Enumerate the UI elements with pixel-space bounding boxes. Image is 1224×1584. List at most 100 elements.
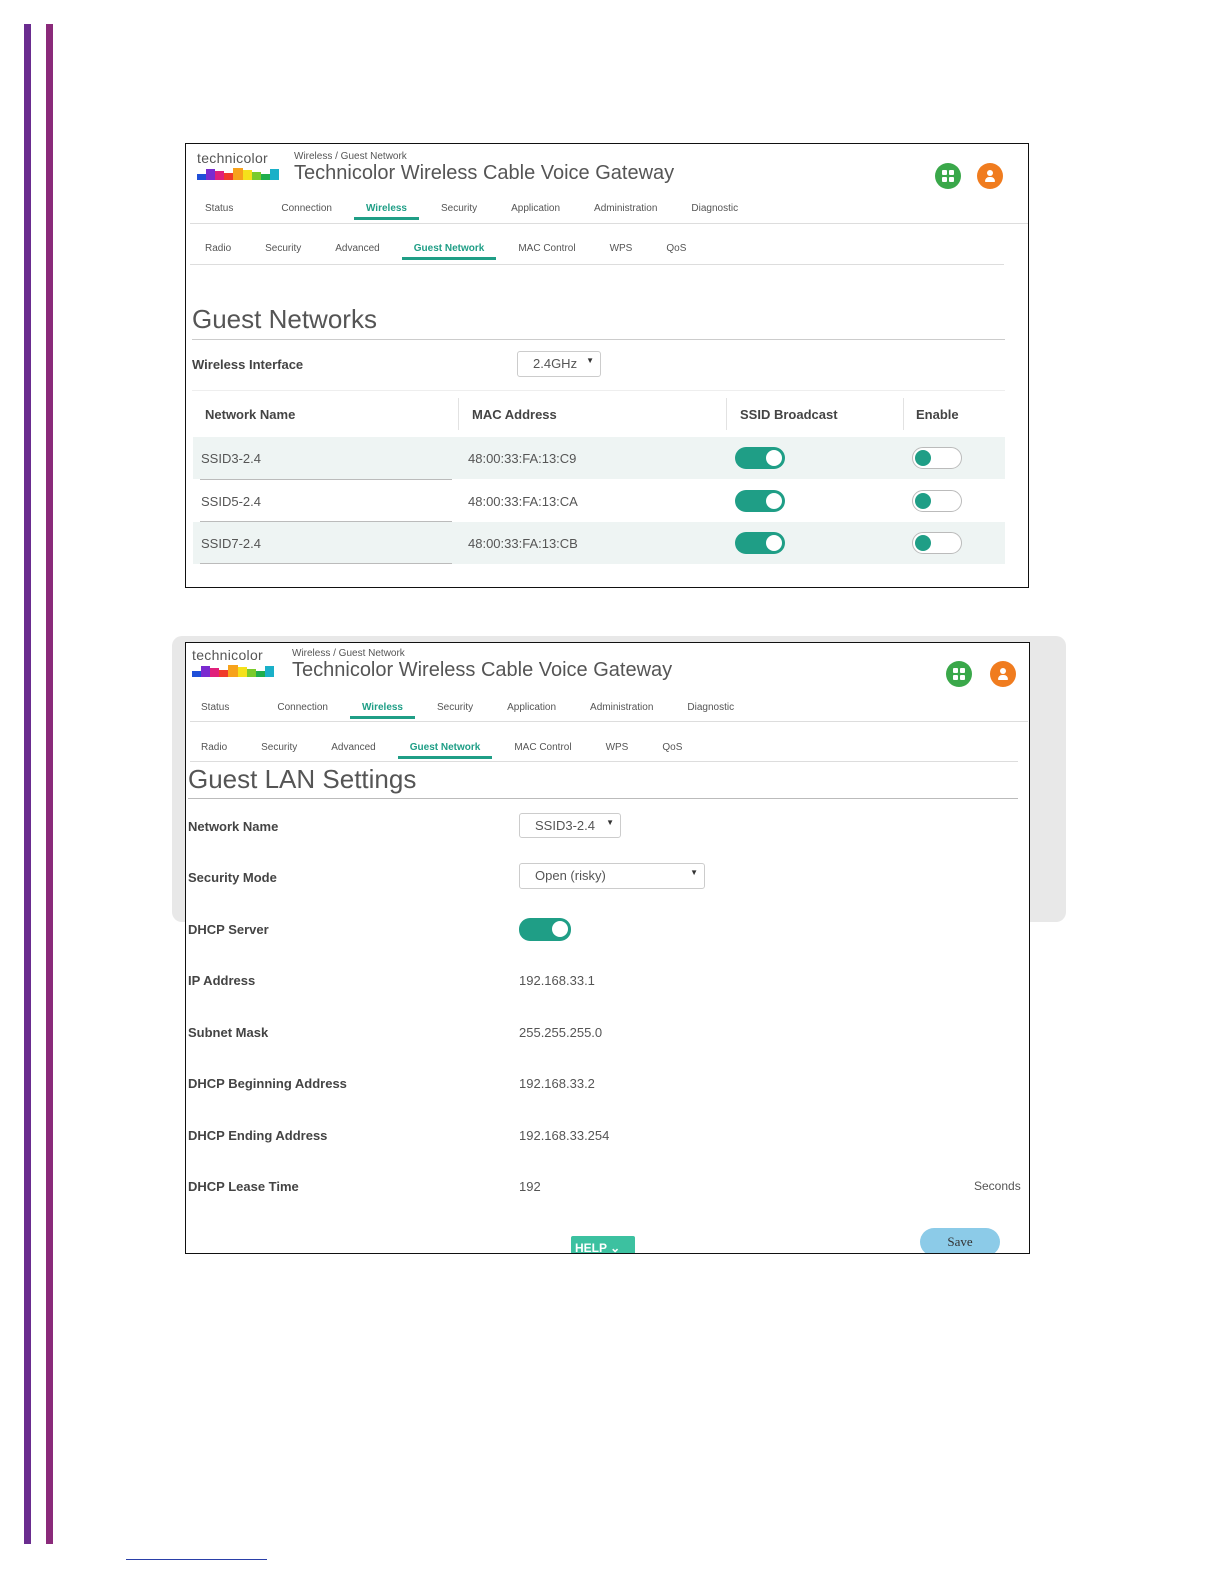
subtab-advanced[interactable]: Advanced <box>331 742 375 759</box>
tab-application[interactable]: Application <box>507 702 556 719</box>
dhcp-ending-address-label: DHCP Ending Address <box>188 1128 328 1143</box>
grid-icon[interactable] <box>935 163 961 189</box>
security-mode-label: Security Mode <box>188 870 277 885</box>
dhcp-ending-address-value: 192.168.33.254 <box>519 1128 610 1143</box>
ssid-broadcast-toggle[interactable] <box>735 447 785 469</box>
chevron-down-icon: ⌄ <box>610 1241 621 1254</box>
logo-stripe <box>215 171 225 180</box>
subtab-mac-control[interactable]: MAC Control <box>518 243 575 260</box>
tab-diagnostic[interactable]: Diagnostic <box>691 203 738 220</box>
user-icon[interactable] <box>990 661 1016 687</box>
enable-toggle[interactable] <box>912 447 962 469</box>
table-row: SSID5-2.4 48:00:33:FA:13:CA <box>193 480 1005 522</box>
table-row: SSID7-2.4 48:00:33:FA:13:CB <box>193 522 1005 564</box>
column-header-enable: Enable <box>916 407 959 422</box>
logo-stripe <box>192 671 202 677</box>
dhcp-server-toggle[interactable] <box>519 918 571 941</box>
breadcrumb: Wireless / Guest Network <box>292 648 405 659</box>
logo-stripe <box>264 666 274 677</box>
logo-stripe <box>224 173 234 180</box>
help-button[interactable]: HELP ⌄ <box>571 1236 635 1254</box>
subtab-security[interactable]: Security <box>261 742 297 759</box>
left-margin-bar <box>24 24 31 1544</box>
dhcp-server-label: DHCP Server <box>188 922 269 937</box>
tab-security[interactable]: Security <box>441 203 477 220</box>
logo-stripe <box>255 671 265 677</box>
subtab-qos[interactable]: QoS <box>662 742 682 759</box>
tab-administration[interactable]: Administration <box>594 203 657 220</box>
sub-tabs-divider <box>190 761 1018 762</box>
logo-stripe <box>233 168 243 180</box>
column-header-ssid-broadcast: SSID Broadcast <box>740 407 838 422</box>
technicolor-logo: technicolor <box>192 647 274 677</box>
page-title: Technicolor Wireless Cable Voice Gateway <box>294 162 675 184</box>
logo-stripe <box>269 169 279 180</box>
ssid-broadcast-toggle[interactable] <box>735 490 785 512</box>
logo-stripe <box>228 665 238 677</box>
tab-diagnostic[interactable]: Diagnostic <box>687 702 734 719</box>
network-name-cell: SSID7-2.4 <box>201 536 261 551</box>
tab-wireless[interactable]: Wireless <box>353 203 420 220</box>
tab-wireless[interactable]: Wireless <box>349 702 416 719</box>
title-divider <box>188 798 1018 799</box>
wireless-interface-value: 2.4GHz <box>533 356 578 371</box>
save-button[interactable]: Save <box>920 1228 1000 1253</box>
footer-rule <box>126 1559 267 1560</box>
logo-stripe <box>219 670 229 677</box>
subtab-radio[interactable]: Radio <box>201 742 227 759</box>
enable-toggle[interactable] <box>912 490 962 512</box>
network-name-select[interactable]: SSID3-2.4 ▼ <box>519 813 621 838</box>
guest-networks-screenshot: technicolor Wireless / Guest Network Tec… <box>185 143 1029 588</box>
logo-stripe <box>246 669 256 677</box>
user-icon[interactable] <box>977 163 1003 189</box>
logo-stripe <box>201 666 211 677</box>
subnet-mask-value: 255.255.255.0 <box>519 1025 603 1040</box>
grid-icon[interactable] <box>946 661 972 687</box>
tab-connection[interactable]: Connection <box>277 702 328 719</box>
logo-stripe <box>210 668 220 677</box>
section-title: Guest Networks <box>192 304 377 334</box>
wireless-interface-select[interactable]: 2.4GHz ▼ <box>517 351 601 377</box>
ip-address-label: IP Address <box>188 973 256 988</box>
subtab-radio[interactable]: Radio <box>205 243 231 260</box>
tab-status[interactable]: Status <box>205 203 233 220</box>
tab-connection[interactable]: Connection <box>281 203 332 220</box>
guest-lan-settings-screenshot: technicolor Wireless / Guest Network Tec… <box>185 642 1030 1254</box>
logo-stripe <box>242 170 252 180</box>
logo-stripe <box>197 174 207 180</box>
tab-status[interactable]: Status <box>201 702 229 719</box>
subtab-wps[interactable]: WPS <box>610 243 633 260</box>
mac-address-cell: 48:00:33:FA:13:CA <box>468 494 578 509</box>
subtab-wps[interactable]: WPS <box>606 742 629 759</box>
ssid-broadcast-toggle[interactable] <box>735 532 785 554</box>
subtab-mac-control[interactable]: MAC Control <box>514 742 571 759</box>
chevron-down-icon: ▼ <box>606 818 614 827</box>
subtab-security[interactable]: Security <box>265 243 301 260</box>
network-name-label: Network Name <box>188 819 279 834</box>
column-divider <box>903 398 904 430</box>
network-name-cell: SSID3-2.4 <box>201 451 261 466</box>
logo-color-strip <box>192 665 274 677</box>
network-name-cell: SSID5-2.4 <box>201 494 261 509</box>
tab-application[interactable]: Application <box>511 203 560 220</box>
subtab-guest-network[interactable]: Guest Network <box>397 742 492 759</box>
enable-toggle[interactable] <box>912 532 962 554</box>
security-mode-select[interactable]: Open (risky) ▼ <box>519 863 705 889</box>
tab-security[interactable]: Security <box>437 702 473 719</box>
dhcp-lease-time-label: DHCP Lease Time <box>188 1179 299 1194</box>
logo-color-strip <box>197 168 279 180</box>
tab-administration[interactable]: Administration <box>590 702 653 719</box>
dhcp-beginning-address-label: DHCP Beginning Address <box>188 1076 347 1091</box>
subtab-guest-network[interactable]: Guest Network <box>401 243 496 260</box>
subtab-qos[interactable]: QoS <box>666 243 686 260</box>
table-row: SSID3-2.4 48:00:33:FA:13:C9 <box>193 437 1005 479</box>
subtab-advanced[interactable]: Advanced <box>335 243 379 260</box>
chevron-down-icon: ▼ <box>690 868 698 877</box>
breadcrumb: Wireless / Guest Network <box>294 151 407 162</box>
mac-address-cell: 48:00:33:FA:13:C9 <box>468 451 577 466</box>
main-tabs: Status Connection Wireless Security Applicat… <box>205 203 738 220</box>
security-mode-value: Open (risky) <box>535 868 606 883</box>
column-header-network-name: Network Name <box>205 407 296 422</box>
column-divider <box>726 398 727 430</box>
left-margin-bar-inner <box>46 24 53 1544</box>
